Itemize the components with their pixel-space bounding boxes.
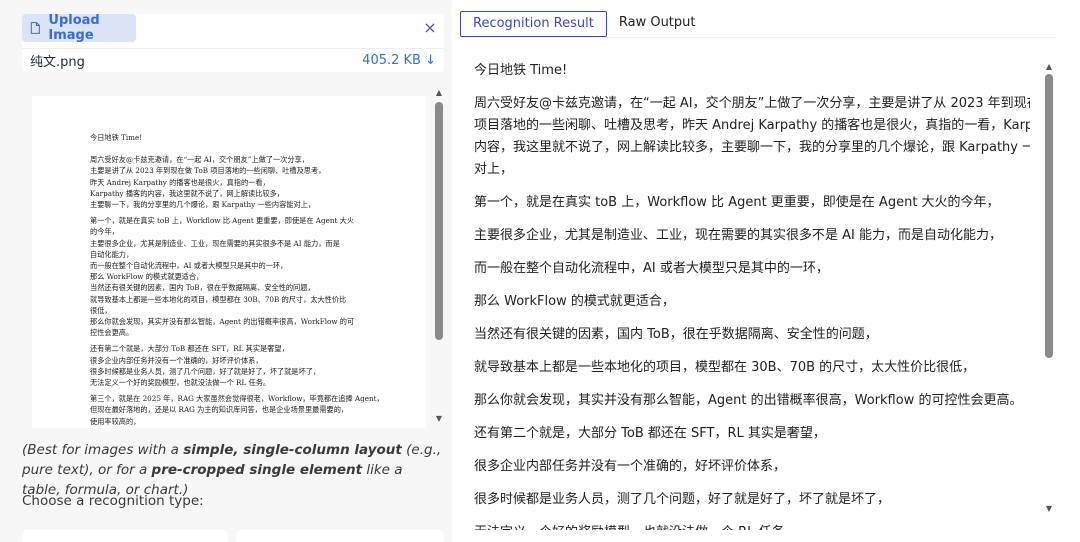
result-line: 内容，我这里就不说了，网上解读比较多，主要聊一下，我的分享里的几个爆论，跟 Ka… — [474, 140, 1030, 155]
doc-title: 今日地铁 Time! — [90, 133, 143, 142]
tab-recognition-result[interactable]: Recognition Result — [460, 11, 607, 37]
result-paragraph: 很多企业内部任务并没有一个准确的，好坏评价体系， — [474, 459, 787, 474]
upload-image-button[interactable]: Upload Image — [22, 13, 136, 43]
result-paragraph: 就导致基本上都是一些本地化的项目，模型都在 30B、70B 的尺寸，太大性价比很… — [474, 360, 976, 375]
upload-card: Upload Image × 纯文.png 405.2 KB ↓ — [22, 13, 444, 72]
right-panel: Recognition Result Raw Output 今日地铁 Time!… — [452, 0, 1080, 542]
chevron-up-icon[interactable]: ▲ — [434, 88, 444, 98]
chevron-down-icon[interactable]: ▼ — [434, 414, 444, 424]
recognition-type-option[interactable] — [236, 530, 444, 542]
result-paragraph: 很多时候都是业务人员，测了几个问题，好了就是好了，坏了就是坏了， — [474, 492, 891, 507]
preview-scroll-thumb[interactable] — [435, 102, 443, 340]
result-paragraph: 当然还有很关键的因素，国内 ToB，很在乎数据隔离、安全性的问题， — [474, 327, 878, 342]
result-paragraph: 今日地铁 Time! — [474, 63, 568, 78]
preview-scrollbar[interactable]: ▲ ▼ — [434, 88, 444, 426]
result-scroll-thumb[interactable] — [1045, 74, 1053, 358]
result-paragraph: 还有第二个就是，大部分 ToB 都还在 SFT，RL 其实是奢望， — [474, 426, 826, 441]
doc-paragraph: 第一个，就是在真实 toB 上，Workflow 比 Agent 更重要，即使是… — [90, 216, 355, 338]
result-scrollbar[interactable]: ▲ ▼ — [1044, 62, 1054, 518]
result-paragraph: 主要很多企业，尤其是制造业、工业，现在需要的其实很多不是 AI 能力，而是自动化… — [474, 228, 1002, 243]
doc-paragraph: 周六受好友@卡兹克邀请，在“一起 AI，交个朋友”上做了一次分享， 主要是讲了从… — [90, 155, 326, 210]
recognition-result-text: 今日地铁 Time! 周六受好友@卡兹克邀请，在“一起 AI，交个朋友”上做了一次… — [474, 60, 1030, 530]
usage-hint: (Best for images with a simple, single-c… — [22, 442, 442, 498]
result-paragraph: 无法定义一个好的奖励模型，也就没法做一个 RL 任务。 — [474, 522, 1030, 530]
file-size-download-link[interactable]: 405.2 KB ↓ — [362, 53, 436, 68]
result-line: 周六受好友@卡兹克邀请，在“一起 AI，交个朋友”上做了一次分享，主要是讲了从 … — [474, 96, 1030, 111]
doc-paragraph: 第三个，就是在 2025 年，RAG 大家虽然会觉得很老，Workflow，毕竟… — [90, 394, 384, 428]
recognition-type-label: Choose a recognition type: — [22, 493, 204, 509]
result-paragraph: 那么你就会发现，其实并没有那么智能，Agent 的出错概率很高，Workflow… — [474, 393, 1023, 408]
result-line: 对上， — [474, 162, 514, 177]
tab-raw-output[interactable]: Raw Output — [607, 11, 708, 37]
result-paragraph: 而一般在整个自动化流程中，AI 或者大模型只是其中的一环， — [474, 261, 829, 276]
left-panel: Upload Image × 纯文.png 405.2 KB ↓ 今日地铁 Ti… — [0, 0, 452, 542]
result-paragraph: 周六受好友@卡兹克邀请，在“一起 AI，交个朋友”上做了一次分享，主要是讲了从 … — [474, 93, 1030, 181]
upload-button-label: Upload Image — [48, 13, 100, 43]
chevron-up-icon[interactable]: ▲ — [1044, 62, 1054, 72]
output-tabs: Recognition Result Raw Output — [460, 11, 708, 37]
image-preview: 今日地铁 Time! 周六受好友@卡兹克邀请，在“一起 AI，交个朋友”上做了一… — [22, 84, 444, 428]
file-name: 纯文.png — [30, 55, 85, 70]
tabs-divider — [460, 37, 1056, 38]
result-line: 项目落地的一些闲聊、吐槽及思考，昨天 Andrej Karpathy 的播客也是… — [474, 118, 1030, 133]
doc-paragraph: 还有第二个就是，大部分 ToB 都还在 SFT，RL 其实是奢望， 很多企业内部… — [90, 344, 321, 388]
result-paragraph: 那么 WorkFlow 的模式就更适合， — [474, 294, 675, 309]
close-icon[interactable]: × — [420, 18, 440, 38]
file-icon — [30, 22, 40, 34]
document-image: 今日地铁 Time! 周六受好友@卡兹克邀请，在“一起 AI，交个朋友”上做了一… — [32, 96, 426, 428]
file-info-row: 纯文.png 405.2 KB ↓ — [22, 48, 444, 72]
recognition-type-option[interactable] — [22, 530, 228, 542]
result-paragraph: 第一个，就是在真实 toB 上，Workflow 比 Agent 更重要，即使是… — [474, 195, 1000, 210]
chevron-down-icon[interactable]: ▼ — [1044, 504, 1054, 514]
